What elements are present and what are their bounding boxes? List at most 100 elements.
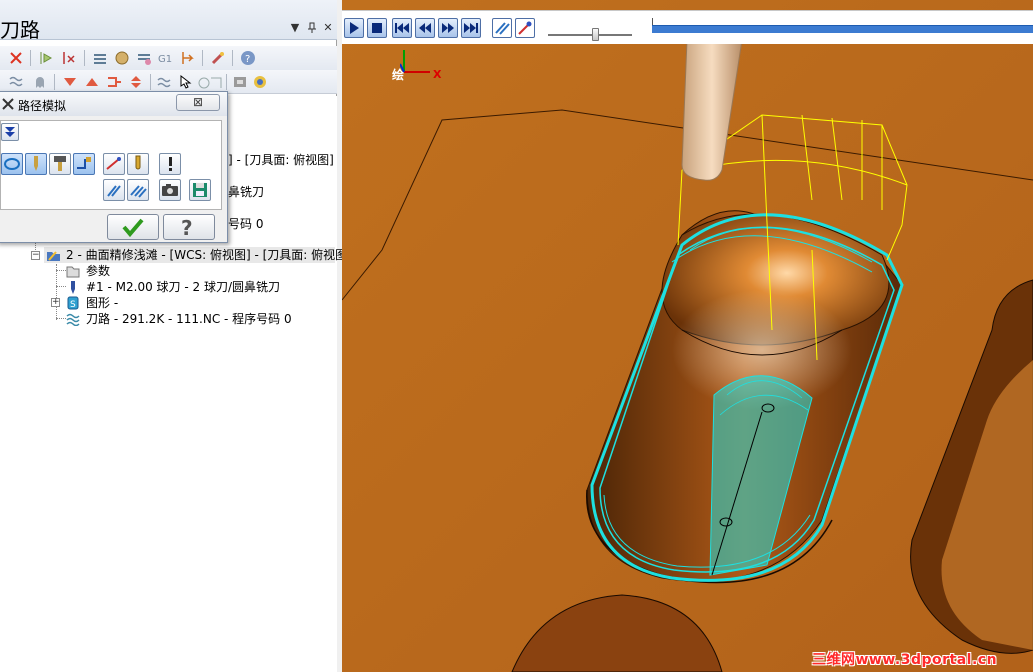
info-button[interactable] <box>159 153 181 175</box>
path-simulation-dialog: 路径模拟 ⊠ ? <box>0 91 228 243</box>
regenerate-dirty-icon[interactable] <box>114 50 130 66</box>
verify-button[interactable] <box>103 179 125 201</box>
tree-connector <box>56 264 57 320</box>
panel-close-button[interactable]: ✕ <box>322 22 334 34</box>
wave-icon[interactable] <box>8 74 24 90</box>
color-wheel-icon[interactable] <box>252 74 268 90</box>
exclamation-icon <box>169 157 172 171</box>
camera-icon <box>162 184 178 196</box>
cutter-icon <box>135 155 141 170</box>
playback-toolbar <box>342 10 1033 44</box>
g1-icon[interactable]: G1 <box>158 50 174 66</box>
folder-icon <box>66 266 80 278</box>
tree-row-1-tail[interactable]: ] - [刀具面: 俯视图] <box>228 152 334 168</box>
tree-connector <box>56 286 66 287</box>
run-mode-button[interactable] <box>515 18 535 38</box>
rewind-start-button[interactable] <box>392 18 412 38</box>
show-path-button[interactable] <box>1 153 23 175</box>
axis-x-label: X <box>433 68 442 81</box>
play-button[interactable] <box>344 18 364 38</box>
verify-all-button[interactable] <box>127 179 149 201</box>
graphics-viewport[interactable] <box>342 0 1033 672</box>
unselect-icon[interactable] <box>60 50 76 66</box>
post-icon[interactable] <box>180 50 196 66</box>
save-button[interactable] <box>189 179 211 201</box>
show-tool-button[interactable] <box>25 153 47 175</box>
crop-icon[interactable] <box>208 74 224 90</box>
show-cutter-button[interactable] <box>127 153 149 175</box>
backplot-logo-icon <box>2 98 14 110</box>
panel-pin-button[interactable] <box>306 22 318 34</box>
toolbar-separator <box>202 50 203 66</box>
toolbar-separator <box>84 50 85 66</box>
delete-toolpath-icon[interactable] <box>8 50 24 66</box>
show-entity-button[interactable] <box>103 153 125 175</box>
dialog-title: 路径模拟 <box>18 99 67 113</box>
tree-expander-geometry[interactable]: + <box>51 298 60 307</box>
show-rapid-button[interactable] <box>73 153 95 175</box>
show-holder-button[interactable] <box>49 153 71 175</box>
screenshot-button[interactable] <box>159 179 181 201</box>
move-up-icon[interactable] <box>84 74 100 90</box>
rapid-icon <box>77 157 91 169</box>
tree-operation-row[interactable]: 2 - 曲面精修浅滩 - [WCS: 俯视图] - [刀具面: 俯视图] <box>44 247 352 263</box>
machine-icon[interactable] <box>232 74 248 90</box>
help-icon[interactable]: ? <box>240 50 256 66</box>
entity-icon <box>106 157 121 170</box>
skip-back-icon <box>395 23 409 33</box>
forward-end-button[interactable] <box>461 18 481 38</box>
geometry-icon: S <box>67 296 79 310</box>
lines-icon <box>107 185 121 197</box>
toolbar-separator <box>30 50 31 66</box>
regenerate-icon[interactable] <box>92 50 108 66</box>
tree-connector <box>56 270 66 271</box>
toolbar-separator <box>54 74 55 90</box>
params-label: 参数 <box>86 264 111 278</box>
backplot-icon[interactable] <box>136 50 152 66</box>
move-down-icon[interactable] <box>62 74 78 90</box>
toolbar-separator <box>226 74 227 90</box>
playback-progress-bar[interactable] <box>652 25 1033 33</box>
select-forward-icon[interactable] <box>38 50 54 66</box>
step-forward-icon <box>442 23 454 33</box>
panel-menu-button[interactable]: ▼ <box>289 22 301 34</box>
tree-expander-operation[interactable]: − <box>31 251 40 260</box>
svg-text:?: ? <box>245 54 250 65</box>
toolbar-separator <box>232 50 233 66</box>
step-forward-button[interactable] <box>438 18 458 38</box>
pin-icon <box>308 22 316 33</box>
ok-button[interactable] <box>107 214 159 240</box>
stop-button[interactable] <box>367 18 387 38</box>
tree-row-2-tail[interactable]: 鼻铣刀 <box>228 184 264 200</box>
tool-label: #1 - M2.00 球刀 - 2 球刀/圆鼻铣刀 <box>86 280 280 294</box>
tree-row-3-tail[interactable]: 号码 0 <box>228 216 263 232</box>
speed-slider-thumb[interactable] <box>592 28 599 41</box>
lock-tool-icon[interactable] <box>210 50 226 66</box>
svg-text:G1: G1 <box>158 54 172 65</box>
toolbar-separator <box>150 74 151 90</box>
viewport-scene <box>342 0 1033 672</box>
checkmark-icon <box>122 218 144 238</box>
up-down-icon[interactable] <box>128 74 144 90</box>
insert-arrow-icon[interactable] <box>106 74 122 90</box>
dialog-close-button[interactable]: ⊠ <box>176 94 220 111</box>
toolpath-icon <box>66 313 80 326</box>
floppy-disk-icon <box>193 183 207 197</box>
speed-slider-track[interactable] <box>548 34 632 36</box>
question-mark-icon: ? <box>181 216 193 240</box>
path-loop-icon <box>4 158 20 170</box>
holder-icon <box>54 156 66 171</box>
double-chevron-down-icon <box>5 127 15 137</box>
operation-label: 2 - 曲面精修浅滩 - [WCS: 俯视图] - [刀具面: 俯视图] <box>66 248 352 262</box>
dialog-title-bar[interactable]: 路径模拟 ⊠ <box>0 92 227 116</box>
site-watermark: 三维网www.3dportal.cn <box>812 652 998 668</box>
ghost-icon[interactable] <box>32 74 48 90</box>
step-back-button[interactable] <box>415 18 435 38</box>
toolpath-waves-icon[interactable] <box>156 74 172 90</box>
expand-dialog-button[interactable] <box>1 123 19 141</box>
cursor-icon[interactable] <box>178 74 194 90</box>
play-icon <box>350 22 359 34</box>
panel-header: 刀路 ▼ ✕ <box>0 0 337 42</box>
trace-mode-button[interactable] <box>492 18 512 38</box>
help-button[interactable]: ? <box>163 214 215 240</box>
